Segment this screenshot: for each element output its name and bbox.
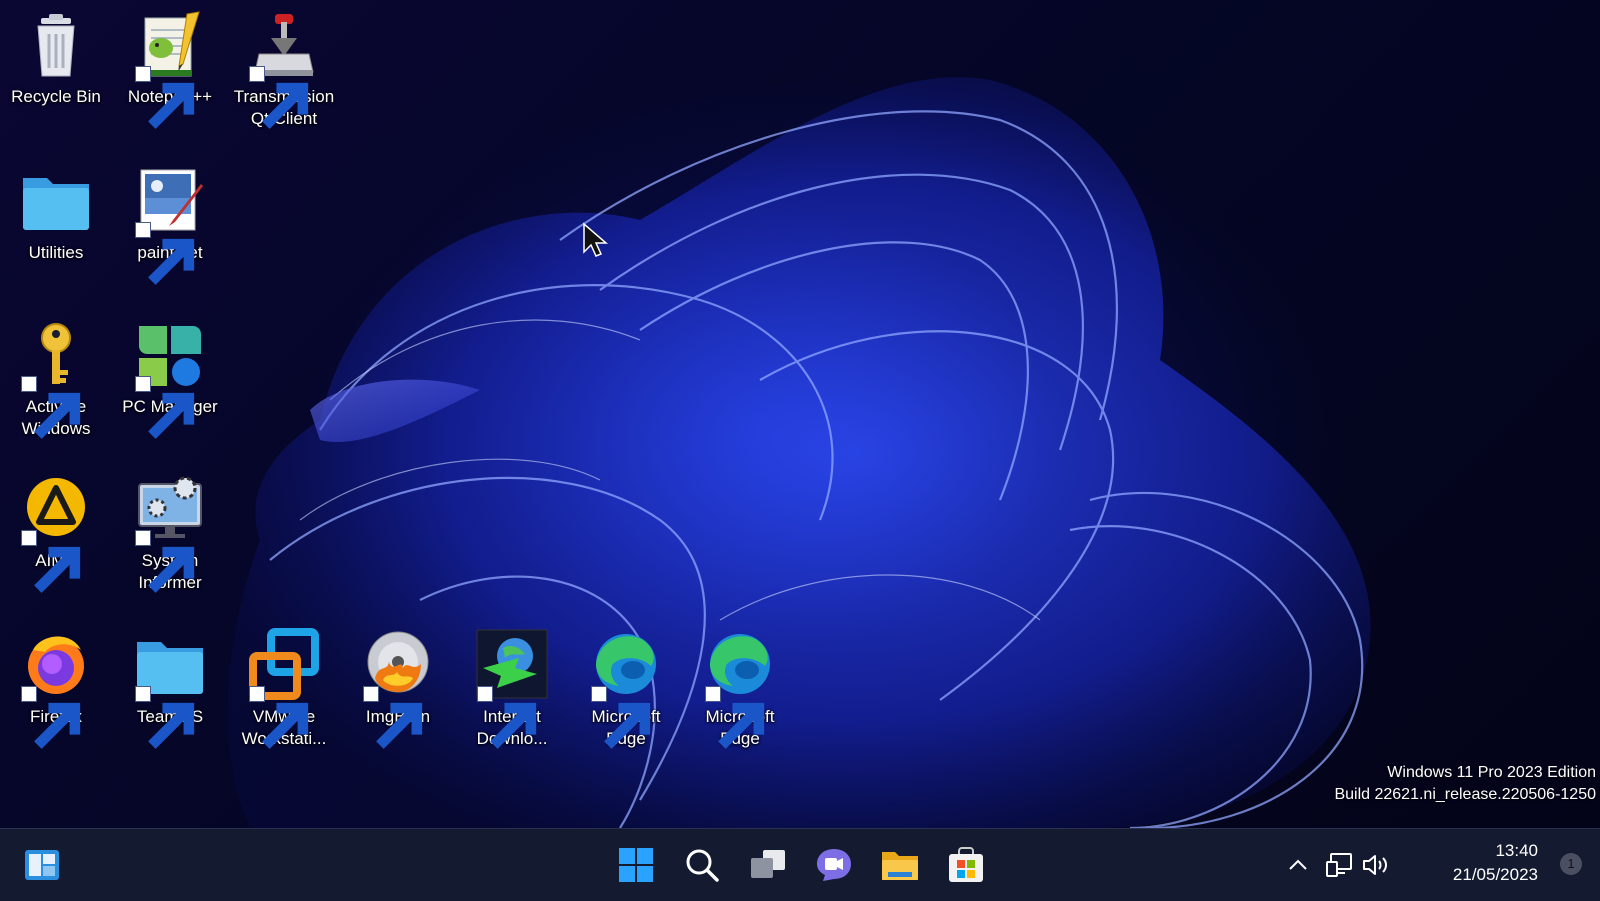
chat-button[interactable] xyxy=(810,841,858,889)
folder-icon xyxy=(19,164,93,238)
shortcut-arrow-icon xyxy=(477,686,537,749)
firefox-icon xyxy=(19,628,93,749)
desktop-icon-activate-windows[interactable]: Activate Windows xyxy=(2,312,110,460)
desktop-icon-utilities[interactable]: Utilities xyxy=(2,158,110,306)
desktop-icon-imgburn[interactable]: ImgBurn xyxy=(344,622,452,770)
desktop-icon-microsoft-edge[interactable]: Microsoft Edge xyxy=(572,622,680,770)
shortcut-arrow-icon xyxy=(135,222,195,285)
search-icon xyxy=(686,849,719,882)
shortcut-arrow-icon xyxy=(135,530,195,593)
edge-icon xyxy=(589,628,663,749)
watermark-build: Build 22621.ni_release.220506-1250 xyxy=(1334,786,1596,803)
clock-date: 21/05/2023 xyxy=(1452,865,1538,884)
desktop-icon-microsoft-edge-2[interactable]: Microsoft Edge xyxy=(686,622,794,770)
notification-badge[interactable]: 1 xyxy=(1560,853,1582,875)
volume-icon xyxy=(1363,855,1387,875)
clock-time: 13:40 xyxy=(1495,841,1538,860)
microsoft-store-icon xyxy=(949,847,983,882)
show-hidden-icons-button[interactable] xyxy=(1280,829,1316,901)
start-icon xyxy=(619,848,653,882)
folder-icon xyxy=(133,628,207,749)
shortcut-arrow-icon xyxy=(591,686,651,749)
shortcut-arrow-icon xyxy=(135,66,195,129)
vmware-icon xyxy=(247,628,321,749)
desktop-icon-pc-manager[interactable]: PC Manager xyxy=(116,312,224,460)
widgets-button[interactable] xyxy=(18,841,66,889)
shortcut-arrow-icon xyxy=(249,686,309,749)
transmission-icon xyxy=(247,8,321,129)
internet-download-manager-icon xyxy=(475,628,549,749)
windows-edition-watermark: Windows 11 Pro 2023 Edition Build 22621.… xyxy=(1334,762,1596,806)
desktop-icon-label: Utilities xyxy=(28,243,84,262)
file-explorer-button[interactable] xyxy=(876,841,924,889)
desktop-icon-recycle-bin[interactable]: Recycle Bin xyxy=(2,2,110,150)
task-view-button[interactable] xyxy=(744,841,792,889)
aimp-icon xyxy=(19,472,93,593)
widgets-icon xyxy=(25,850,59,880)
search-button[interactable] xyxy=(678,841,726,889)
pc-manager-icon xyxy=(133,318,207,439)
volume-button[interactable] xyxy=(1358,829,1394,901)
desktop-icon-internet-download-manager[interactable]: Internet Downlo... xyxy=(458,622,566,770)
chat-icon xyxy=(817,849,851,881)
desktop-icon-label: Recycle Bin xyxy=(11,87,101,106)
desktop-icon-vmware[interactable]: VMware Workstati... xyxy=(230,622,338,770)
desktop-icon-aimp[interactable]: AIMP xyxy=(2,466,110,614)
paint-net-icon xyxy=(133,164,207,285)
desktop-icon-system-informer[interactable]: System Informer xyxy=(116,466,224,614)
shortcut-arrow-icon xyxy=(21,686,81,749)
key-icon xyxy=(19,318,93,439)
shortcut-arrow-icon xyxy=(21,376,81,439)
recycle-bin-icon xyxy=(19,8,93,82)
imgburn-icon xyxy=(361,628,435,749)
microsoft-store-button[interactable] xyxy=(942,841,990,889)
desktop-icon-firefox[interactable]: Firefox xyxy=(2,622,110,770)
file-explorer-icon xyxy=(882,852,918,880)
clock-button[interactable]: 13:40 21/05/2023 xyxy=(1428,839,1538,887)
task-view-icon xyxy=(751,850,785,878)
desktop-icon-notepad-plus-plus[interactable]: Notepad++ xyxy=(116,2,224,150)
taskbar: 13:40 21/05/2023 1 xyxy=(0,828,1600,901)
shortcut-arrow-icon xyxy=(249,66,309,129)
start-button[interactable] xyxy=(612,841,660,889)
watermark-edition: Windows 11 Pro 2023 Edition xyxy=(1387,764,1596,781)
notepad-plus-plus-icon xyxy=(133,8,207,129)
system-informer-icon xyxy=(133,472,207,593)
chevron-up-icon xyxy=(1289,859,1307,870)
shortcut-arrow-icon xyxy=(135,686,195,749)
desktop[interactable]: Recycle Bin Notepad++ Transmission Qt Cl… xyxy=(0,0,1600,828)
mouse-cursor-icon xyxy=(583,222,609,257)
shortcut-arrow-icon xyxy=(135,376,195,439)
network-icon xyxy=(1326,853,1352,877)
shortcut-arrow-icon xyxy=(705,686,765,749)
network-status-button[interactable] xyxy=(1322,829,1356,901)
desktop-icon-paint-net[interactable]: paint.net xyxy=(116,158,224,306)
edge-icon xyxy=(703,628,777,749)
desktop-icon-transmission[interactable]: Transmission Qt Client xyxy=(230,2,338,150)
desktop-icon-teamos[interactable]: TeamOS xyxy=(116,622,224,770)
system-tray: 13:40 21/05/2023 1 xyxy=(1280,829,1600,901)
shortcut-arrow-icon xyxy=(21,530,81,593)
shortcut-arrow-icon xyxy=(363,686,423,749)
